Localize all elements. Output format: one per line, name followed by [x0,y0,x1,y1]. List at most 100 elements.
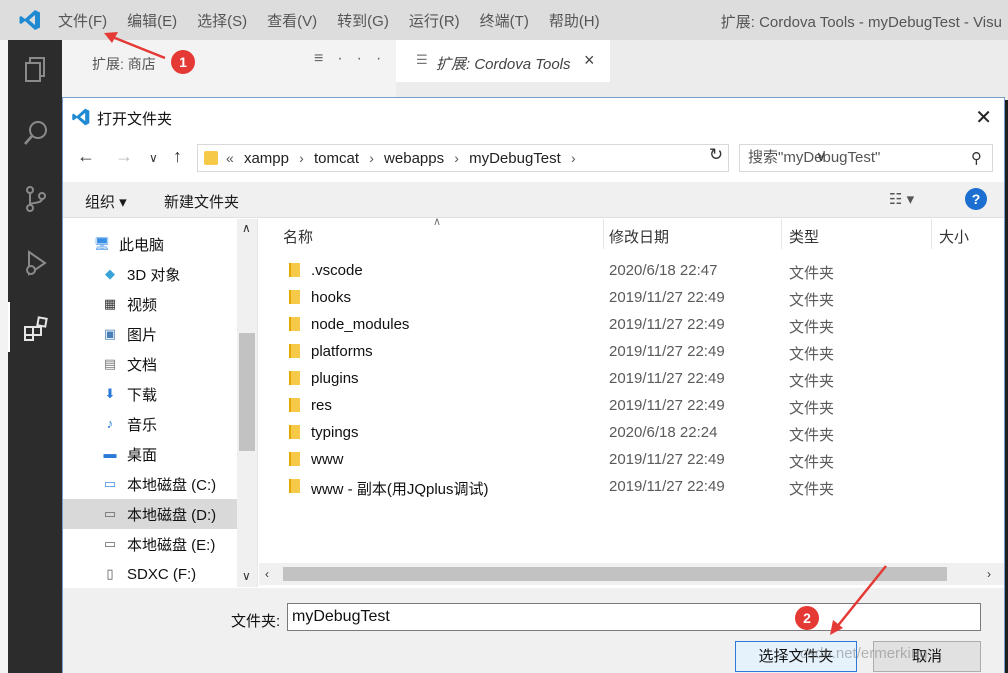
breadcrumb-item[interactable]: xampp [244,150,289,167]
menu-go[interactable]: 转到(G) [327,10,399,31]
watermark: csdn.net/ermerking [800,645,928,662]
nav-item-drive-e[interactable]: ▭ 本地磁盘 (E:) [101,529,241,559]
close-icon[interactable]: ✕ [975,105,992,130]
breadcrumb-item[interactable]: myDebugTest [469,150,561,167]
folder-field-label: 文件夹: [231,613,281,630]
scroll-right-icon[interactable]: › [987,567,991,581]
file-type: 文件夹 [789,319,835,336]
menu-help[interactable]: 帮助(H) [539,10,610,31]
chevron-right-icon[interactable]: › [454,150,459,166]
scrollbar-thumb[interactable] [239,333,255,451]
command-bar: 组织 ▾ 新建文件夹 ☷ ▾ ? [63,182,1004,218]
scrollbar-thumb[interactable] [283,567,947,581]
file-date: 2019/11/27 22:49 [609,343,725,360]
column-header-type[interactable]: 类型 [789,219,819,249]
nav-item-3d-objects[interactable]: ◆ 3D 对象 [101,259,241,289]
file-type: 文件夹 [789,400,835,417]
folder-name-input[interactable] [287,603,981,631]
file-name: res [311,397,332,414]
column-divider[interactable] [931,219,932,249]
breadcrumb-item[interactable]: webapps [384,150,444,167]
table-row[interactable]: plugins 2019/11/27 22:49 文件夹 [259,365,1004,392]
nav-item-this-pc[interactable]: 🖥 此电脑 [93,229,233,259]
column-header-name[interactable]: 名称 [283,219,313,249]
scroll-down-icon[interactable]: ∨ [242,569,251,583]
nav-scrollbar[interactable]: ∧ ∨ [237,219,257,587]
column-divider[interactable] [781,219,782,249]
step-badge-1: 1 [171,50,195,74]
address-bar[interactable]: « xampp › tomcat › webapps › myDebugTest… [197,144,826,172]
menu-run[interactable]: 运行(R) [399,10,470,31]
refresh-icon[interactable]: ↻ [705,145,727,169]
new-folder-button[interactable]: 新建文件夹 [164,191,239,212]
table-row[interactable]: www 2019/11/27 22:49 文件夹 [259,446,1004,473]
up-arrow-icon[interactable]: ↑ [173,146,182,167]
nav-item-documents[interactable]: ▤ 文档 [101,349,241,379]
column-header-date[interactable]: 修改日期 [609,219,669,249]
editor-tab-bar: ☰ 扩展: Cordova Tools × [396,40,1008,100]
download-arrow-icon: ⬇ [104,386,116,401]
tab-cordova-tools[interactable]: ☰ 扩展: Cordova Tools × [396,40,610,82]
table-row[interactable]: platforms 2019/11/27 22:49 文件夹 [259,338,1004,365]
more-actions-icon[interactable]: ··· [337,50,395,67]
nav-item-drive-c[interactable]: ▭ 本地磁盘 (C:) [101,469,241,499]
vscode-logo-icon [72,108,90,126]
table-row[interactable]: .vscode 2020/6/18 22:47 文件夹 [259,257,1004,284]
run-debug-icon[interactable] [21,248,51,278]
table-row[interactable]: res 2019/11/27 22:49 文件夹 [259,392,1004,419]
film-icon: ▦ [103,296,117,311]
clear-icon[interactable]: ≡ [314,50,337,67]
column-header-size[interactable]: 大小 [939,219,969,249]
source-control-icon[interactable] [21,184,51,214]
column-divider[interactable] [603,219,604,249]
nav-item-label: 桌面 [127,446,158,464]
view-options-icon[interactable]: ☷ ▾ [889,190,914,208]
overflow-chevron-icon[interactable]: « [226,150,234,166]
extensions-icon[interactable] [21,314,51,344]
nav-item-desktop[interactable]: ▬ 桌面 [101,439,241,469]
table-row[interactable]: node_modules 2019/11/27 22:49 文件夹 [259,311,1004,338]
nav-item-pictures[interactable]: ▣ 图片 [101,319,241,349]
activity-bar [8,40,62,673]
search-icon[interactable] [21,118,51,148]
recent-locations-chevron-icon[interactable]: ∨ [149,151,158,165]
chevron-right-icon[interactable]: › [369,150,374,166]
horizontal-scrollbar[interactable]: ‹ › [259,563,1004,585]
breadcrumb-item[interactable]: tomcat [314,150,359,167]
forward-arrow-icon[interactable]: → [115,146,133,167]
help-icon[interactable]: ? [965,188,987,210]
table-row[interactable]: hooks 2019/11/27 22:49 文件夹 [259,284,1004,311]
chevron-right-icon[interactable]: › [571,150,576,166]
nav-item-music[interactable]: ♪ 音乐 [101,409,241,439]
menu-selection[interactable]: 选择(S) [187,10,257,31]
nav-item-drive-d[interactable]: ▭ 本地磁盘 (D:) [63,499,237,529]
explorer-icon[interactable] [21,54,51,84]
search-box[interactable]: ⚲ [739,144,993,172]
extensions-sidebar: 扩展: 商店 ≡··· [62,40,396,100]
chevron-right-icon[interactable]: › [299,150,304,166]
tab-close-icon[interactable]: × [584,50,595,71]
menu-terminal[interactable]: 终端(T) [470,10,539,31]
nav-item-sdxc[interactable]: ▯ SDXC (F:) [101,559,241,589]
menu-file[interactable]: 文件(F) [48,10,117,31]
scroll-up-icon[interactable]: ∧ [242,221,251,235]
table-row[interactable]: typings 2020/6/18 22:24 文件夹 [259,419,1004,446]
table-row[interactable]: www - 副本(用JQplus调试) 2019/11/27 22:49 文件夹 [259,473,1004,500]
breadcrumb: « xampp › tomcat › webapps › myDebugTest… [226,150,582,167]
nav-item-label: 本地磁盘 (D:) [127,506,217,524]
menu-view[interactable]: 查看(V) [257,10,327,31]
nav-item-downloads[interactable]: ⬇ 下载 [101,379,241,409]
scroll-left-icon[interactable]: ‹ [265,567,269,581]
search-input[interactable] [748,149,958,166]
nav-item-videos[interactable]: ▦ 视频 [101,289,241,319]
organize-button[interactable]: 组织 ▾ [85,191,127,212]
folder-icon [289,371,300,385]
back-arrow-icon[interactable]: ← [77,146,95,167]
navigation-pane: 🖥 此电脑 ◆ 3D 对象 ▦ 视频 ▣ 图片 ▤ 文档 ⬇ 下载 ♪ 音乐 ▬ [63,219,258,587]
magnifier-icon[interactable]: ⚲ [971,149,982,167]
drive-icon: ▭ [103,506,117,521]
dialog-titlebar: 打开文件夹 ✕ [63,98,1004,136]
file-name: www - 副本(用JQplus调试) [311,481,489,498]
nav-item-label: 下载 [127,386,158,404]
menu-edit[interactable]: 编辑(E) [117,10,187,31]
